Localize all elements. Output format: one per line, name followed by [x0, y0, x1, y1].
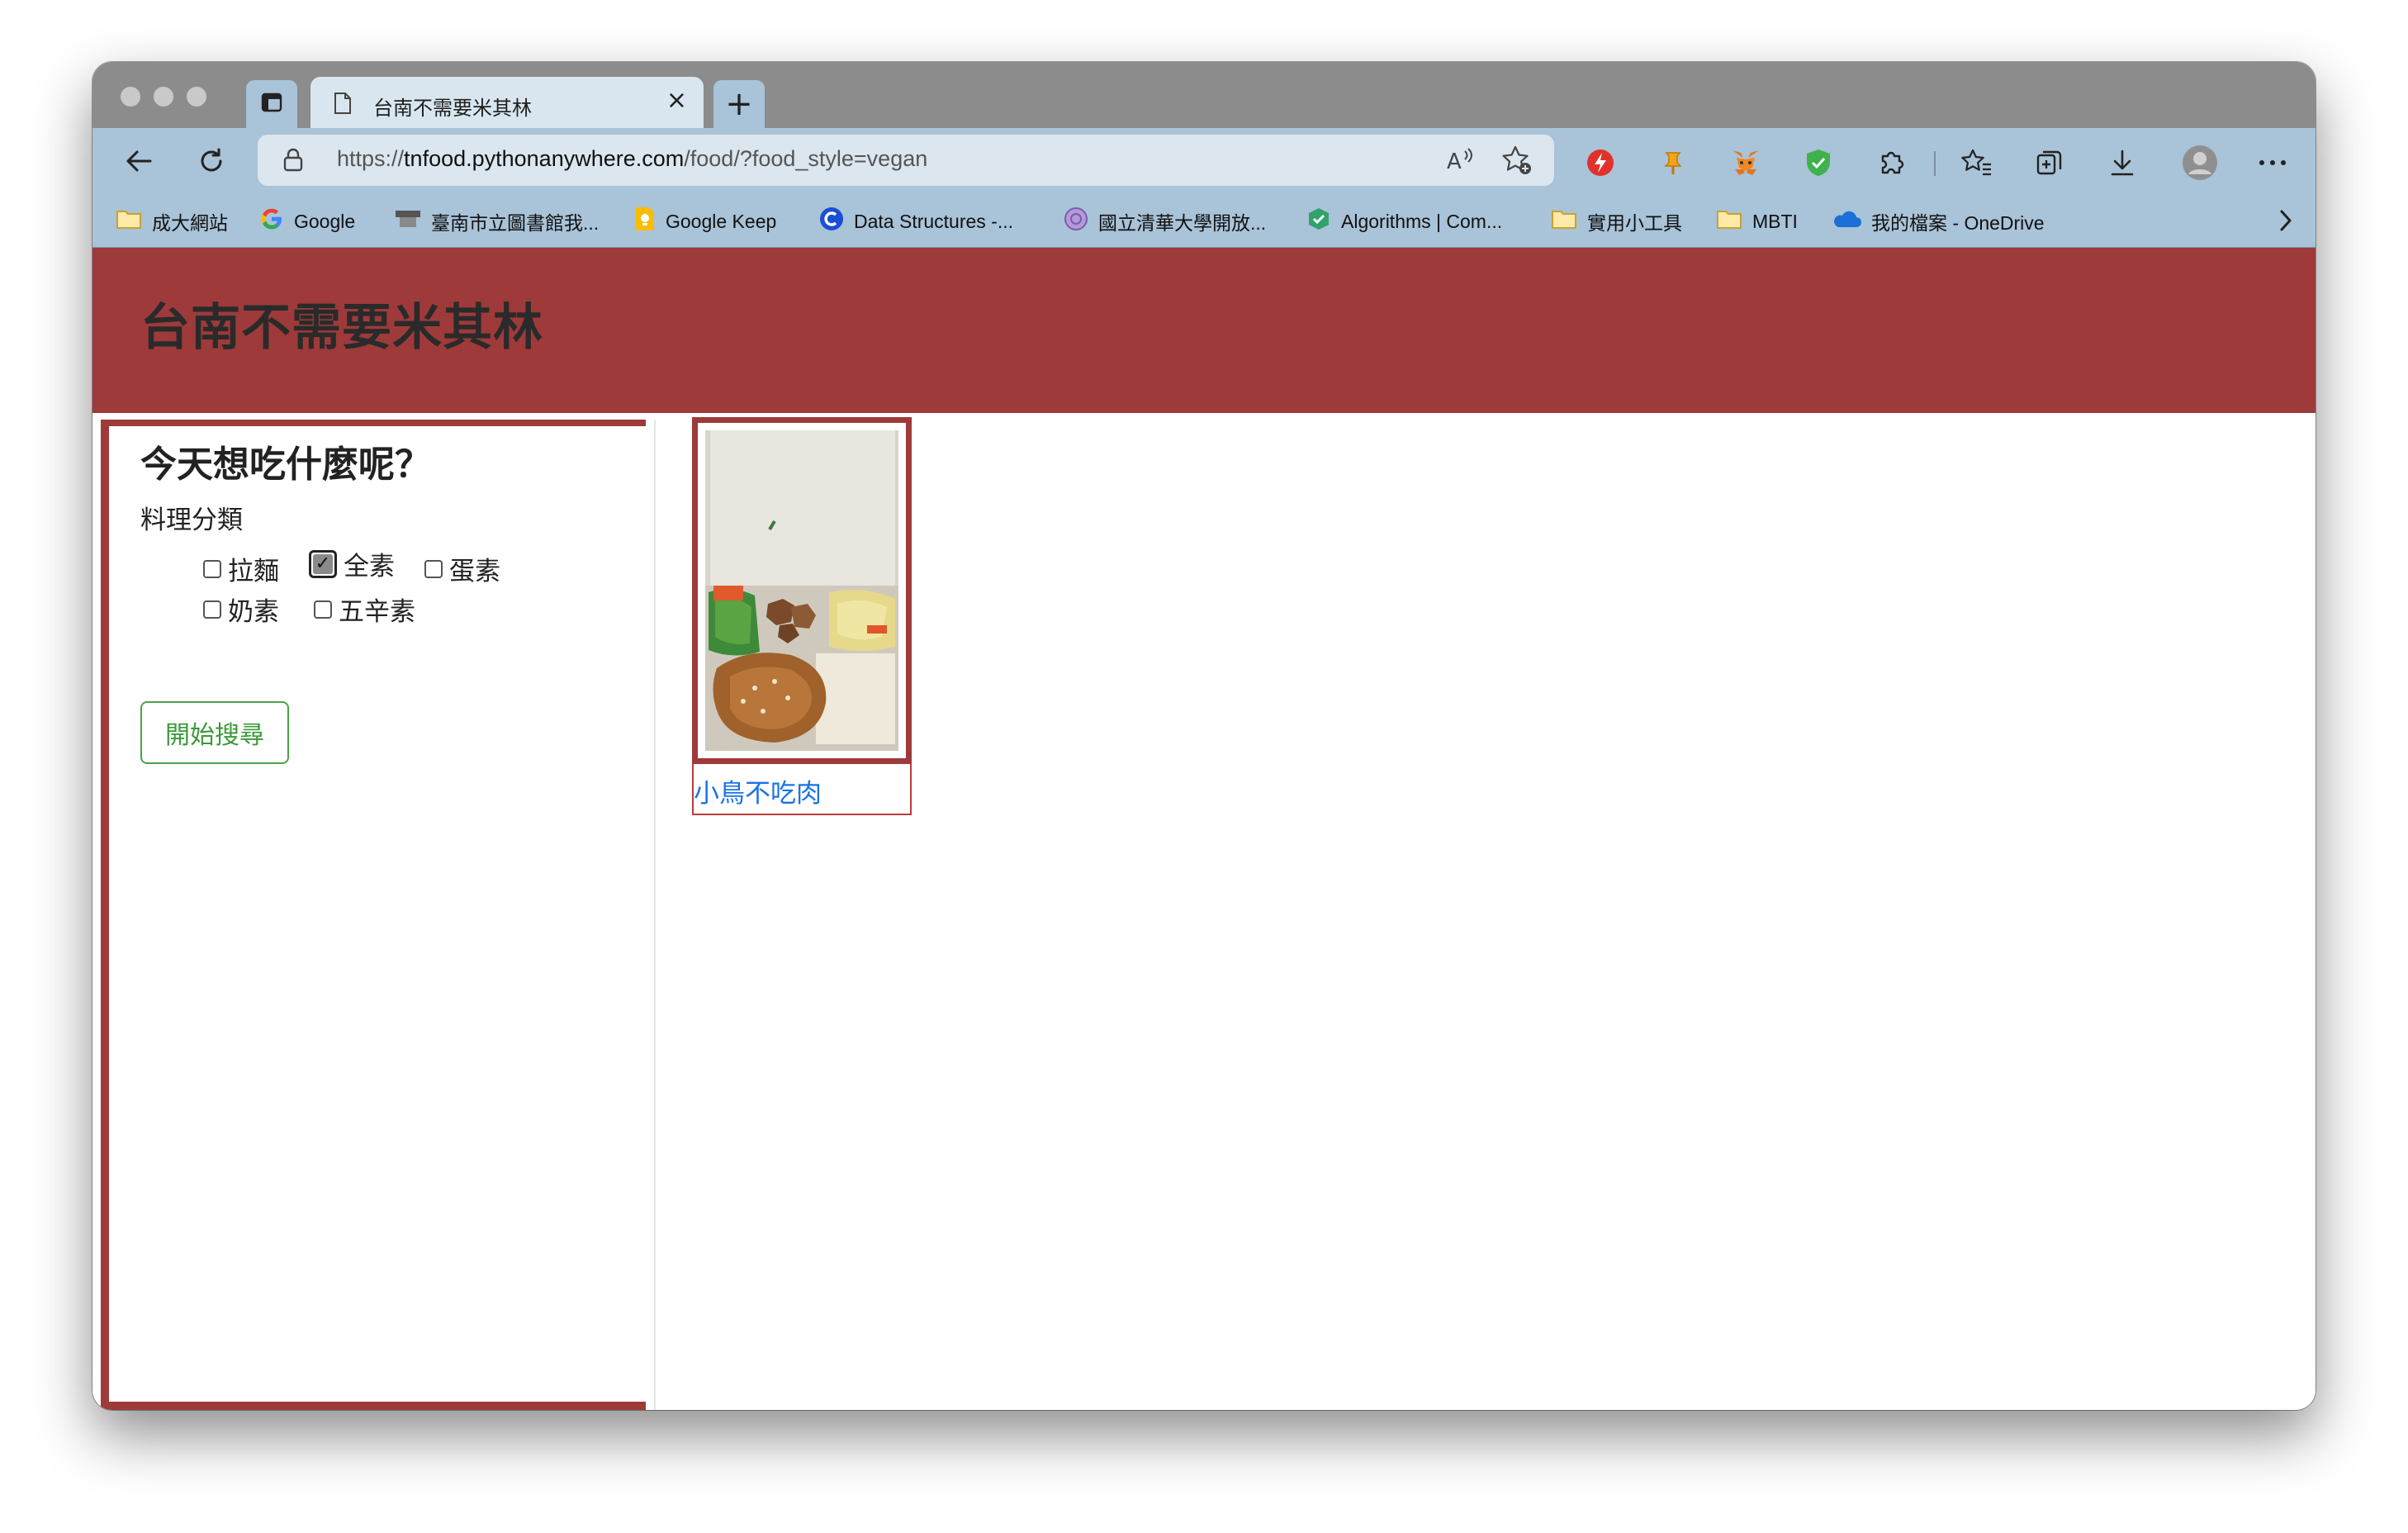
refresh-icon [197, 146, 226, 179]
library-icon [395, 208, 421, 235]
search-sidebar: 今天想吃什麼呢？ 料理分類 拉麵 ✓ 全素 蛋素 奶素 五辛素 開始搜尋 [101, 420, 646, 1410]
option-label: 全素 [344, 552, 395, 581]
new-tab-button[interactable]: + [713, 80, 765, 128]
ovo-checkbox[interactable] [424, 559, 443, 578]
folder-icon [1716, 208, 1742, 235]
bookmark-item[interactable]: Google [259, 206, 355, 237]
address-bar[interactable]: https://tnfood.pythonanywhere.com/food/?… [258, 135, 1554, 186]
add-favorite-icon[interactable] [1501, 145, 1533, 179]
tab-active[interactable]: 台南不需要米其林 × [310, 77, 704, 128]
url-text[interactable]: https://tnfood.pythonanywhere.com/food/?… [337, 146, 927, 172]
bookmark-item[interactable]: 臺南市立圖書館我... [395, 206, 599, 237]
profile-avatar[interactable] [2178, 141, 2221, 184]
tab-strip: 台南不需要米其林 × + [92, 62, 2316, 128]
keep-icon [634, 206, 656, 237]
chevron-right-icon[interactable] [2278, 207, 2294, 237]
tab-actions-button[interactable] [246, 80, 297, 128]
option-label: 奶素 [228, 597, 279, 627]
bookmark-label: 臺南市立圖書館我... [431, 212, 600, 234]
food-photo[interactable] [705, 430, 898, 751]
c-logo-icon [819, 206, 844, 236]
bookmark-item[interactable]: 我的檔案 - OneDrive [1832, 206, 2045, 237]
check-icon: ✓ [313, 553, 333, 574]
bookmark-item[interactable]: 實用小工具 [1551, 206, 1682, 237]
onedrive-icon [1832, 209, 1861, 234]
result-image-frame [692, 417, 912, 764]
bookmark-label: Google [294, 210, 356, 232]
bookmarks-bar: 成大網站 Google 臺南市立圖書館我... Google Keep Data… [92, 196, 2316, 248]
option-label: 蛋素 [449, 557, 500, 586]
back-arrow-icon [124, 146, 154, 179]
folder-icon [1551, 208, 1577, 235]
option-label: 五辛素 [339, 597, 415, 627]
option-label: 拉麵 [228, 557, 279, 586]
svg-text:A: A [1447, 150, 1462, 174]
lacto-checkbox[interactable] [203, 600, 221, 619]
bookmark-item[interactable]: Data Structures -... [819, 206, 1013, 237]
option-lacto[interactable]: 奶素 [203, 591, 279, 628]
category-label: 料理分類 [140, 505, 243, 535]
url-domain: tnfood.pythonanywhere.com [404, 146, 685, 171]
page-icon [334, 92, 352, 118]
option-five-pungent[interactable]: 五辛素 [314, 591, 415, 628]
refresh-button[interactable] [190, 141, 233, 184]
shield-check-icon[interactable] [1797, 141, 1840, 184]
bookmark-label: 成大網站 [152, 212, 228, 234]
result-link[interactable]: 小鳥不吃肉 [694, 772, 822, 809]
bookmark-item[interactable]: Google Keep [634, 206, 776, 237]
bookmark-item[interactable]: 成大網站 [116, 206, 228, 237]
tab-close-icon[interactable]: × [666, 88, 687, 113]
ramen-checkbox[interactable] [203, 559, 221, 578]
vegan-checkbox[interactable]: ✓ [309, 549, 337, 578]
toolbar: https://tnfood.pythonanywhere.com/food/?… [92, 128, 2316, 196]
maximize-window-button[interactable] [187, 87, 206, 107]
close-window-button[interactable] [121, 87, 140, 107]
bookmark-label: 國立清華大學開放... [1098, 212, 1267, 234]
option-vegan[interactable]: ✓ 全素 [309, 545, 395, 582]
url-path: /food/?food_style=vegan [684, 146, 928, 171]
bookmark-label: 我的檔案 - OneDrive [1871, 212, 2045, 234]
folder-icon [116, 208, 142, 235]
option-ramen[interactable]: 拉麵 [203, 550, 279, 587]
browser-window: 台南不需要米其林 × + https://tnfood.pythonanywhe… [92, 62, 2316, 1410]
bookmark-label: Data Structures -... [854, 210, 1014, 232]
bookmark-label: 實用小工具 [1587, 212, 1682, 234]
page-viewport: 台南不需要米其林 今天想吃什麼呢？ 料理分類 拉麵 ✓ 全素 蛋素 奶素 五辛素… [92, 248, 2316, 1410]
purple-seal-icon [1064, 206, 1088, 236]
favorites-icon[interactable] [1955, 141, 1998, 184]
sidebar-heading: 今天想吃什麼呢？ [140, 444, 431, 486]
read-aloud-icon[interactable]: A [1445, 146, 1475, 178]
google-icon [259, 206, 284, 236]
extensions-puzzle-icon[interactable] [1870, 141, 1913, 184]
collections-icon[interactable] [2028, 141, 2071, 184]
five-pungent-checkbox[interactable] [314, 600, 332, 619]
tab-actions-icon [260, 91, 283, 117]
downloads-icon[interactable] [2101, 141, 2144, 184]
metamask-fox-icon[interactable] [1724, 141, 1767, 184]
lock-icon[interactable] [282, 148, 304, 176]
url-scheme: https:// [337, 146, 405, 171]
green-check-icon [1306, 206, 1331, 236]
plus-icon: + [725, 85, 753, 123]
bookmark-item[interactable]: 國立清華大學開放... [1064, 206, 1266, 237]
start-search-button[interactable]: 開始搜尋 [140, 701, 289, 764]
site-header: 台南不需要米其林 [92, 248, 2316, 413]
bookmark-item[interactable]: Algorithms | Com... [1306, 206, 1502, 237]
site-title: 台南不需要米其林 [140, 299, 543, 357]
bookmark-item[interactable]: MBTI [1716, 206, 1798, 237]
minimize-window-button[interactable] [154, 87, 173, 107]
option-ovo[interactable]: 蛋素 [424, 550, 500, 587]
result-card[interactable]: 小鳥不吃肉 [692, 417, 912, 815]
back-button[interactable] [117, 141, 160, 184]
tab-title: 台南不需要米其林 [373, 97, 532, 120]
pin-extension-icon[interactable] [1652, 141, 1695, 184]
toolbar-separator [1934, 151, 1936, 176]
lightning-extension-icon[interactable] [1579, 141, 1622, 184]
more-menu-icon[interactable] [2251, 141, 2294, 184]
sidebar-divider [654, 420, 656, 1410]
bookmark-label: MBTI [1752, 210, 1798, 232]
bookmark-label: Google Keep [666, 210, 777, 232]
bookmark-label: Algorithms | Com... [1341, 210, 1503, 232]
